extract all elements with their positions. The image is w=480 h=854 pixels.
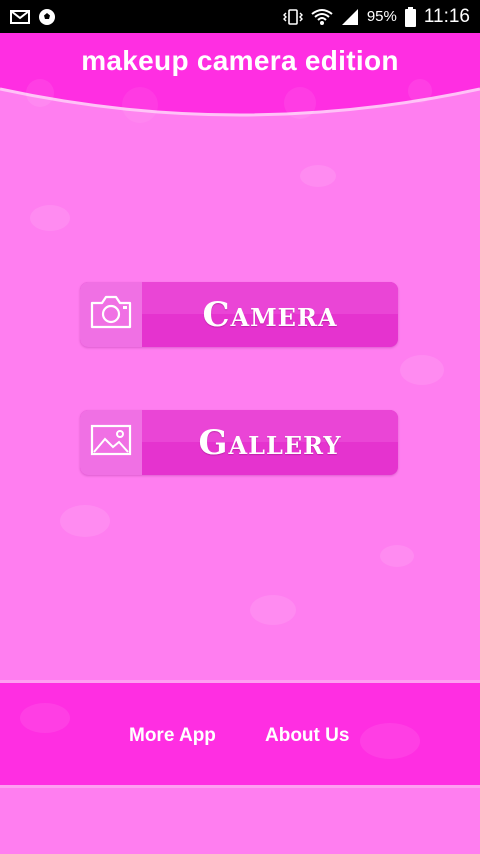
background-speckle — [60, 505, 110, 537]
gallery-button[interactable]: Gallery — [80, 410, 398, 475]
page-title: makeup camera edition — [81, 45, 399, 76]
signal-icon — [341, 8, 359, 26]
more-app-link[interactable]: More App — [129, 725, 216, 747]
gallery-button-label: Gallery — [198, 422, 342, 463]
battery-icon — [404, 6, 416, 27]
background-speckle — [30, 205, 70, 231]
background-speckle — [380, 545, 414, 567]
image-icon — [89, 423, 133, 462]
wifi-icon — [311, 8, 333, 26]
camera-button-label: Camera — [202, 294, 338, 335]
background-speckle — [250, 595, 296, 625]
background-speckle — [300, 165, 336, 187]
footer-bar: More App About Us — [0, 680, 480, 788]
camera-button[interactable]: Camera — [80, 282, 398, 347]
battery-percent: 95% — [366, 8, 397, 25]
mail-icon — [10, 9, 30, 25]
status-bar: 95% 11:16 — [0, 0, 480, 33]
main-content: Camera Gallery — [0, 125, 480, 680]
bottom-strip — [0, 788, 480, 854]
camera-icon — [88, 293, 134, 336]
app-header: makeup camera edition — [0, 33, 480, 125]
status-bar-right: 95% 11:16 — [282, 5, 470, 28]
background-speckle — [360, 723, 420, 759]
vibrate-icon — [282, 8, 303, 26]
status-time: 11:16 — [423, 5, 470, 27]
soccer-ball-icon — [38, 8, 56, 26]
camera-icon-cell — [80, 282, 142, 347]
background-speckle — [400, 355, 444, 385]
about-us-link[interactable]: About Us — [265, 725, 349, 747]
gallery-icon-cell — [80, 410, 142, 475]
background-speckle — [20, 703, 70, 733]
status-bar-left — [10, 8, 56, 26]
